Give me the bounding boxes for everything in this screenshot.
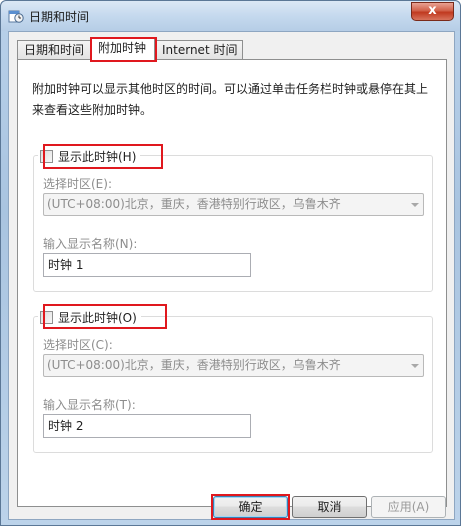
clock1-name-label: 输入显示名称(N):	[43, 237, 138, 251]
description-text: 附加时钟可以显示其他时区的时间。可以通过单击任务栏时钟或悬停在其上来查看这些附加…	[32, 82, 429, 117]
chevron-down-icon	[411, 203, 419, 207]
close-button[interactable]: x	[411, 2, 454, 21]
chevron-down-icon	[411, 364, 419, 368]
clock2-checkbox-label: 显示此时钟(O)	[58, 310, 137, 325]
clock1-name-input[interactable]: 时钟 1	[43, 253, 251, 277]
clock1-checkbox-row[interactable]: 显示此时钟(H)	[38, 146, 141, 166]
clock2-timezone-select[interactable]: (UTC+08:00)北京，重庆，香港特别行政区，乌鲁木齐	[43, 354, 424, 377]
clock2-name-input[interactable]: 时钟 2	[43, 414, 251, 438]
clock2-timezone-label: 选择时区(C):	[43, 338, 113, 352]
clock2-group: 显示此时钟(O) 选择时区(C): (UTC+08:00)北京，重庆，香港特别行…	[33, 307, 433, 453]
clock1-group: 显示此时钟(H) 选择时区(E): (UTC+08:00)北京，重庆，香港特别行…	[33, 146, 433, 292]
clock-calendar-icon	[8, 10, 24, 23]
close-icon: x	[428, 3, 437, 18]
tab-panel: 附加时钟可以显示其他时区的时间。可以通过单击任务栏时钟或悬停在其上来查看这些附加…	[17, 59, 447, 507]
window-title: 日期和时间	[29, 10, 90, 24]
cancel-button[interactable]: 取消	[292, 496, 367, 518]
title-bar[interactable]: 日期和时间 x	[1, 1, 460, 31]
ok-button[interactable]: 确定	[213, 496, 288, 518]
clock1-checkbox[interactable]	[40, 149, 53, 163]
dialog-client-area: 日期和时间 附加时钟 Internet 时间 附加时钟可以显示其他时区的时间。可…	[8, 31, 455, 520]
clock1-checkbox-label: 显示此时钟(H)	[58, 149, 137, 164]
apply-button[interactable]: 应用(A)	[371, 496, 446, 518]
dialog-window: 日期和时间 x 日期和时间 附加时钟 Internet 时间 附加时钟可以显示其…	[0, 0, 461, 526]
tab-date-time[interactable]: 日期和时间	[17, 40, 91, 60]
clock1-timezone-label: 选择时区(E):	[43, 177, 112, 191]
clock2-checkbox[interactable]	[40, 310, 53, 324]
clock2-checkbox-row[interactable]: 显示此时钟(O)	[38, 307, 141, 327]
tab-internet-time[interactable]: Internet 时间	[155, 40, 243, 60]
tab-additional-clocks[interactable]: 附加时钟	[91, 38, 155, 61]
clock1-timezone-select[interactable]: (UTC+08:00)北京，重庆，香港特别行政区，乌鲁木齐	[43, 193, 424, 216]
clock2-name-label: 输入显示名称(T):	[43, 398, 136, 412]
